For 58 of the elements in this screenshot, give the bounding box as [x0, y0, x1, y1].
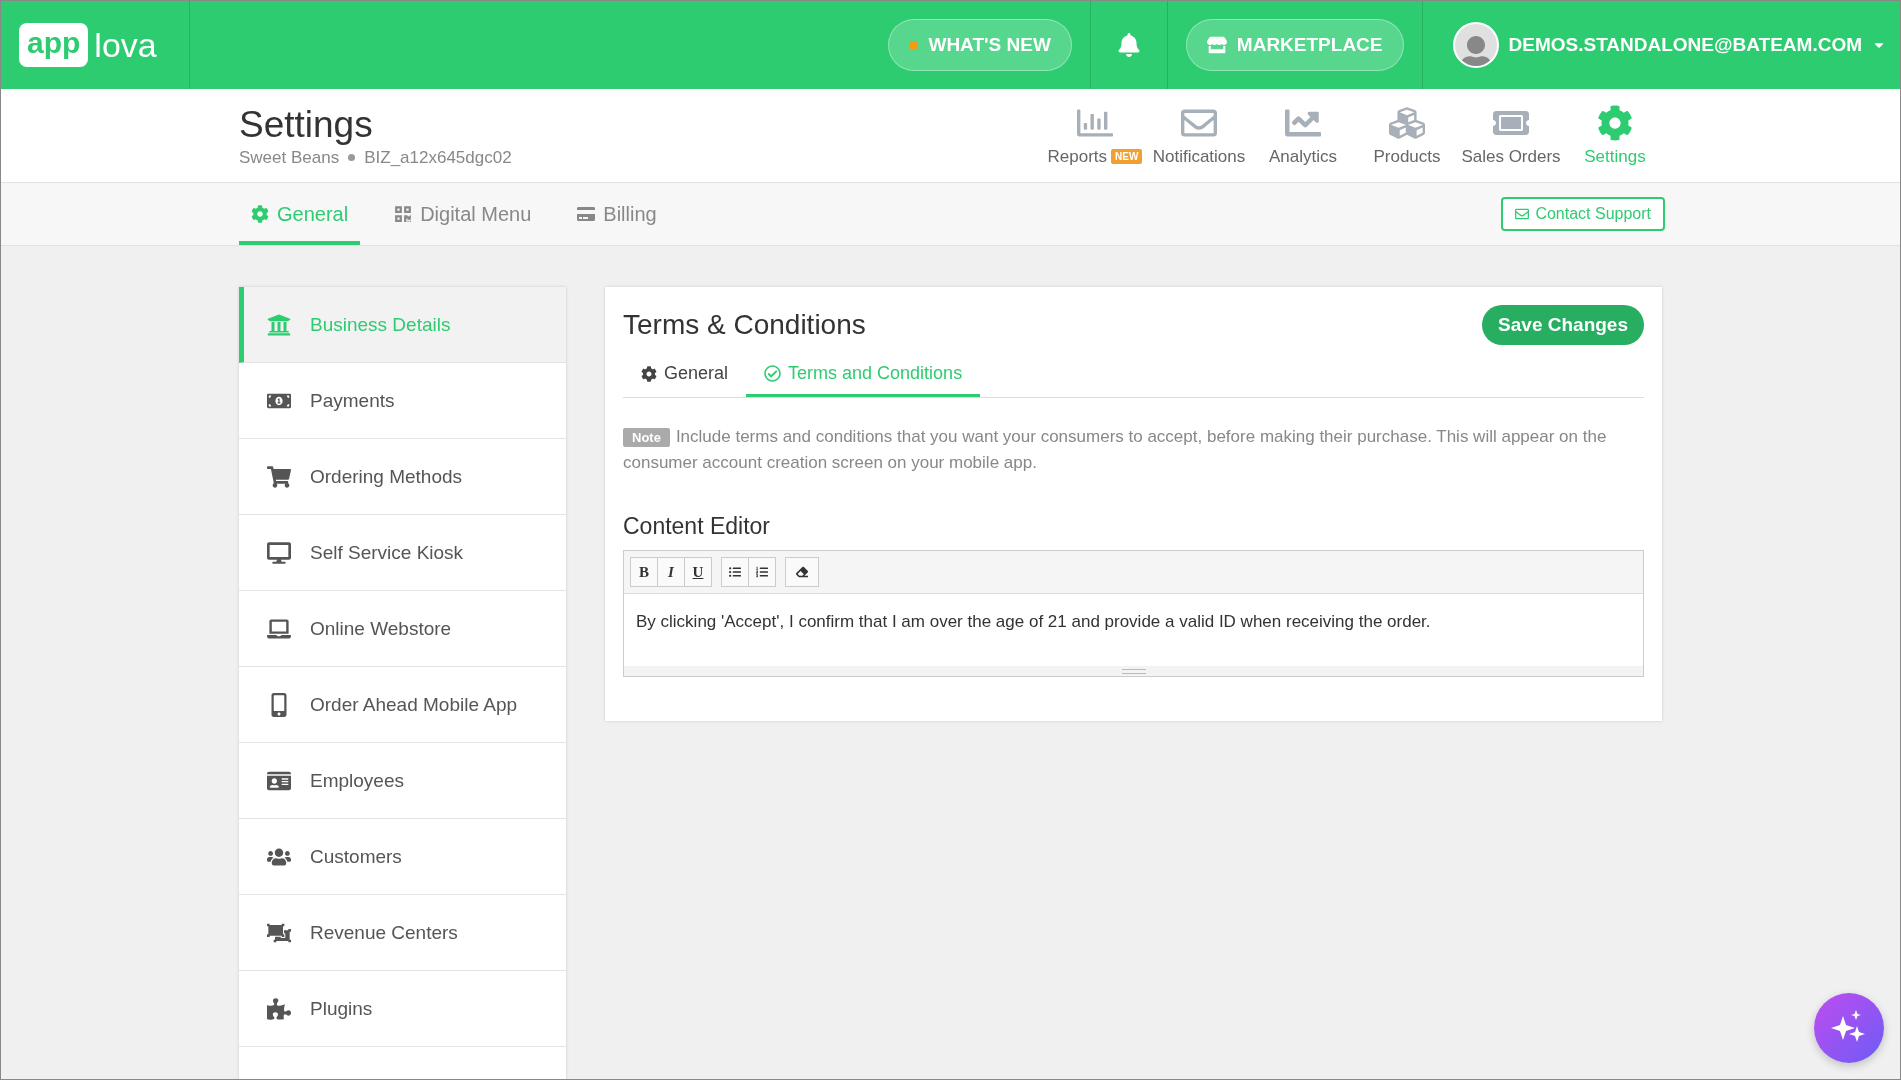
business-name: Sweet Beans — [239, 147, 340, 168]
business-id: BIZ_a12x645dgc02 — [364, 147, 512, 168]
tab[interactable]: Billing — [565, 183, 669, 245]
nav-label: Settings — [1584, 146, 1646, 167]
nav-item[interactable]: Analytics — [1253, 104, 1353, 167]
nav-label: Reports — [1047, 146, 1108, 167]
nav-item[interactable]: Notifications — [1149, 104, 1249, 167]
sidebar-item[interactable]: Order Ahead Mobile App — [239, 667, 566, 743]
qr-code-icon — [394, 205, 413, 223]
cart-icon — [267, 464, 291, 489]
sidebar-item[interactable]: Self Service Kiosk — [239, 515, 566, 591]
eraser-icon — [796, 566, 808, 578]
sidebar-item[interactable]: Ordering Methods — [239, 439, 566, 515]
nav-label: Products — [1373, 146, 1441, 167]
sidebar-item[interactable]: Revenue Centers — [239, 895, 566, 971]
bold-button[interactable]: B — [630, 557, 658, 587]
sidebar-item[interactable]: Online Webstore — [239, 591, 566, 667]
italic-button[interactable]: I — [657, 557, 685, 587]
assistant-button[interactable] — [1814, 993, 1884, 1063]
numbered-list-button[interactable] — [748, 557, 776, 587]
nav-label: Notifications — [1152, 146, 1246, 167]
bullet-list-icon — [729, 566, 741, 578]
nav-item[interactable]: Sales Orders — [1461, 104, 1561, 167]
laptop-icon — [267, 616, 291, 641]
sidebar-item[interactable]: Employees — [239, 743, 566, 819]
nav-label: Sales Orders — [1461, 146, 1561, 167]
nav-item[interactable]: Reports NEW — [1045, 104, 1145, 167]
store-icon — [1206, 35, 1227, 55]
tab[interactable]: General — [623, 355, 747, 397]
editor-heading: Content Editor — [623, 513, 772, 540]
eraser-button[interactable] — [785, 557, 819, 587]
nav-label: Analytics — [1269, 146, 1337, 167]
bullet-list-button[interactable] — [721, 557, 749, 587]
content-editor[interactable]: B I U By clicking 'Accept', I confirm that I am over the age of 21 and provide a valid ID when receiving the order. — [623, 550, 1644, 677]
tab[interactable]: Digital Menu — [382, 183, 544, 245]
sidebar-item[interactable]: Payments — [239, 363, 566, 439]
cubes-icon — [1389, 104, 1425, 141]
resize-handle-icon[interactable] — [1121, 668, 1146, 674]
card-title: Terms & Conditions — [623, 309, 866, 341]
settings-icon — [251, 205, 269, 223]
bank-icon — [267, 312, 291, 337]
numbered-list-icon — [756, 566, 768, 578]
settings-icon — [641, 365, 657, 382]
monitor-icon — [267, 540, 291, 565]
bell-icon[interactable] — [1116, 33, 1141, 57]
underline-button[interactable]: U — [684, 557, 712, 587]
avatar-icon[interactable] — [1452, 22, 1499, 68]
credit-card-icon — [577, 205, 596, 223]
sidebar-item[interactable]: Plugins — [239, 971, 566, 1047]
separator-dot-icon — [348, 154, 356, 161]
note-text: Note Include terms and conditions that you want your consumers to accept, before making their purchase. This will appear on the consumer account creation screen on your mobile app. — [623, 426, 1608, 474]
new-badge: NEW — [1111, 149, 1143, 164]
page-title: Settings — [239, 103, 374, 146]
nav-item[interactable]: Products — [1357, 104, 1457, 167]
sidebar-item[interactable]: Customers — [239, 819, 566, 895]
envelope-icon — [1515, 207, 1530, 221]
puzzle-icon — [267, 996, 291, 1021]
settings-icon — [1597, 104, 1633, 141]
